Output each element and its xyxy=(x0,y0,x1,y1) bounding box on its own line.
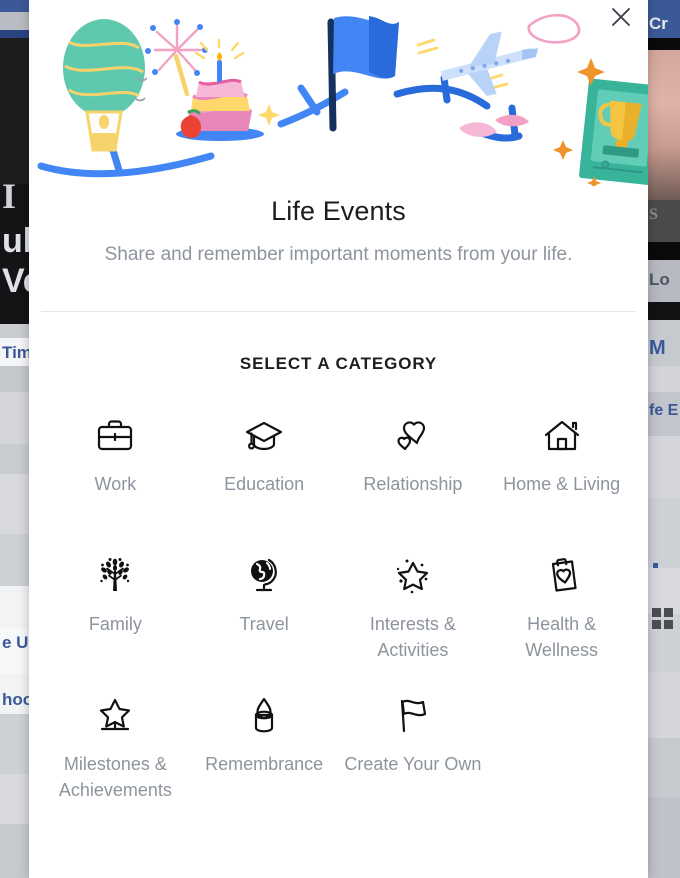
life-events-hero-illustration xyxy=(29,0,648,186)
bg-right-grid-icon xyxy=(652,608,673,629)
category-label: Health & Wellness xyxy=(525,614,598,660)
bg-right-grey-11 xyxy=(648,798,680,878)
bg-right-text-fragment-1: Cr xyxy=(649,14,668,33)
category-interests-activities[interactable]: Interests & Activities xyxy=(339,541,488,681)
house-icon xyxy=(539,413,585,459)
category-label: Work xyxy=(94,474,137,494)
bg-left-gap xyxy=(0,12,29,30)
category-remembrance[interactable]: Remembrance xyxy=(190,681,339,821)
bg-right-black-1 xyxy=(648,38,680,50)
bg-left-topbar xyxy=(0,0,29,12)
bg-right-grey-6 xyxy=(648,498,680,568)
star-sparkle-icon xyxy=(390,553,436,599)
bg-left-light-band xyxy=(0,324,29,338)
star-pedestal-icon xyxy=(92,693,138,739)
category-work[interactable]: Work xyxy=(41,401,190,541)
bg-left-text-fragment-1: I xyxy=(2,176,17,216)
category-create-your-own[interactable]: Create Your Own xyxy=(339,681,488,821)
background-left-column: I ul Ve Tim e Un hoo xyxy=(0,0,42,878)
bg-right-grey-3 xyxy=(648,366,680,392)
bg-right-grey-10 xyxy=(648,738,680,798)
category-label: Home & Living xyxy=(503,474,621,494)
family-tree-icon xyxy=(92,553,138,599)
candle-icon xyxy=(241,693,287,739)
waving-flag-icon xyxy=(390,693,436,739)
category-travel[interactable]: Travel xyxy=(190,541,339,681)
category-education[interactable]: Education xyxy=(190,401,339,541)
category-milestones-achievements[interactable]: Milestones & Achievements xyxy=(41,681,190,821)
bg-right-black-3 xyxy=(648,302,680,320)
background-right-column: Cr S Lo M fe E xyxy=(648,0,680,878)
category-label: Create Your Own xyxy=(344,754,482,774)
category-home-living[interactable]: Home & Living xyxy=(487,401,636,541)
screen-root: I ul Ve Tim e Un hoo Cr S Lo M fe E Life… xyxy=(0,0,680,878)
page-subtitle: Share and remember important moments fro… xyxy=(104,244,573,265)
category-label: Interests & Activities xyxy=(369,614,456,660)
category-grid: Work Education Relationship Home & Livin… xyxy=(29,374,648,821)
bg-left-grey-7 xyxy=(0,774,29,824)
page-title: Life Events xyxy=(271,196,406,226)
two-hearts-icon xyxy=(390,413,436,459)
bg-right-text-fragment-2: S xyxy=(649,206,658,223)
category-family[interactable]: Family xyxy=(41,541,190,681)
bg-left-text-fragment-4: Tim xyxy=(2,343,32,362)
category-label: Education xyxy=(224,474,305,494)
bg-right-grey-5 xyxy=(648,436,680,498)
globe-icon xyxy=(241,553,287,599)
bg-right-text-fragment-5: fe E xyxy=(649,402,679,419)
bg-right-photo xyxy=(648,50,680,200)
category-label: Travel xyxy=(239,614,289,634)
bg-left-grey-5 xyxy=(0,534,29,586)
bg-left-grey-4 xyxy=(0,474,29,534)
bg-left-grey-8 xyxy=(0,824,29,878)
life-events-dialog: Life Events Share and remember important… xyxy=(29,0,648,878)
clipboard-heart-icon xyxy=(539,553,585,599)
bg-left-grey-3 xyxy=(0,444,29,474)
bg-left-text-fragment-2: ul xyxy=(2,222,33,260)
graduation-cap-icon xyxy=(241,413,287,459)
bg-left-navy-band xyxy=(0,30,29,38)
briefcase-icon xyxy=(92,413,138,459)
category-label: Remembrance xyxy=(205,754,324,774)
category-health-wellness[interactable]: Health & Wellness xyxy=(487,541,636,681)
bg-left-grey-1 xyxy=(0,366,29,392)
bg-right-grey-9 xyxy=(648,672,680,738)
bg-right-dot xyxy=(653,563,658,568)
bg-left-dark-hero xyxy=(0,38,29,184)
category-label: Milestones & Achievements xyxy=(58,754,172,800)
category-label: Relationship xyxy=(363,474,463,494)
bg-right-text-fragment-4: M xyxy=(649,337,666,359)
category-relationship[interactable]: Relationship xyxy=(339,401,488,541)
close-icon[interactable] xyxy=(604,0,638,34)
bg-left-white-2 xyxy=(0,586,29,628)
bg-left-grey-2 xyxy=(0,392,29,444)
category-label: Family xyxy=(88,614,142,634)
bg-right-black-2 xyxy=(648,242,680,260)
bg-left-grey-6 xyxy=(0,714,29,774)
section-heading: SELECT A CATEGORY xyxy=(239,354,438,373)
bg-right-text-fragment-3: Lo xyxy=(649,270,670,289)
